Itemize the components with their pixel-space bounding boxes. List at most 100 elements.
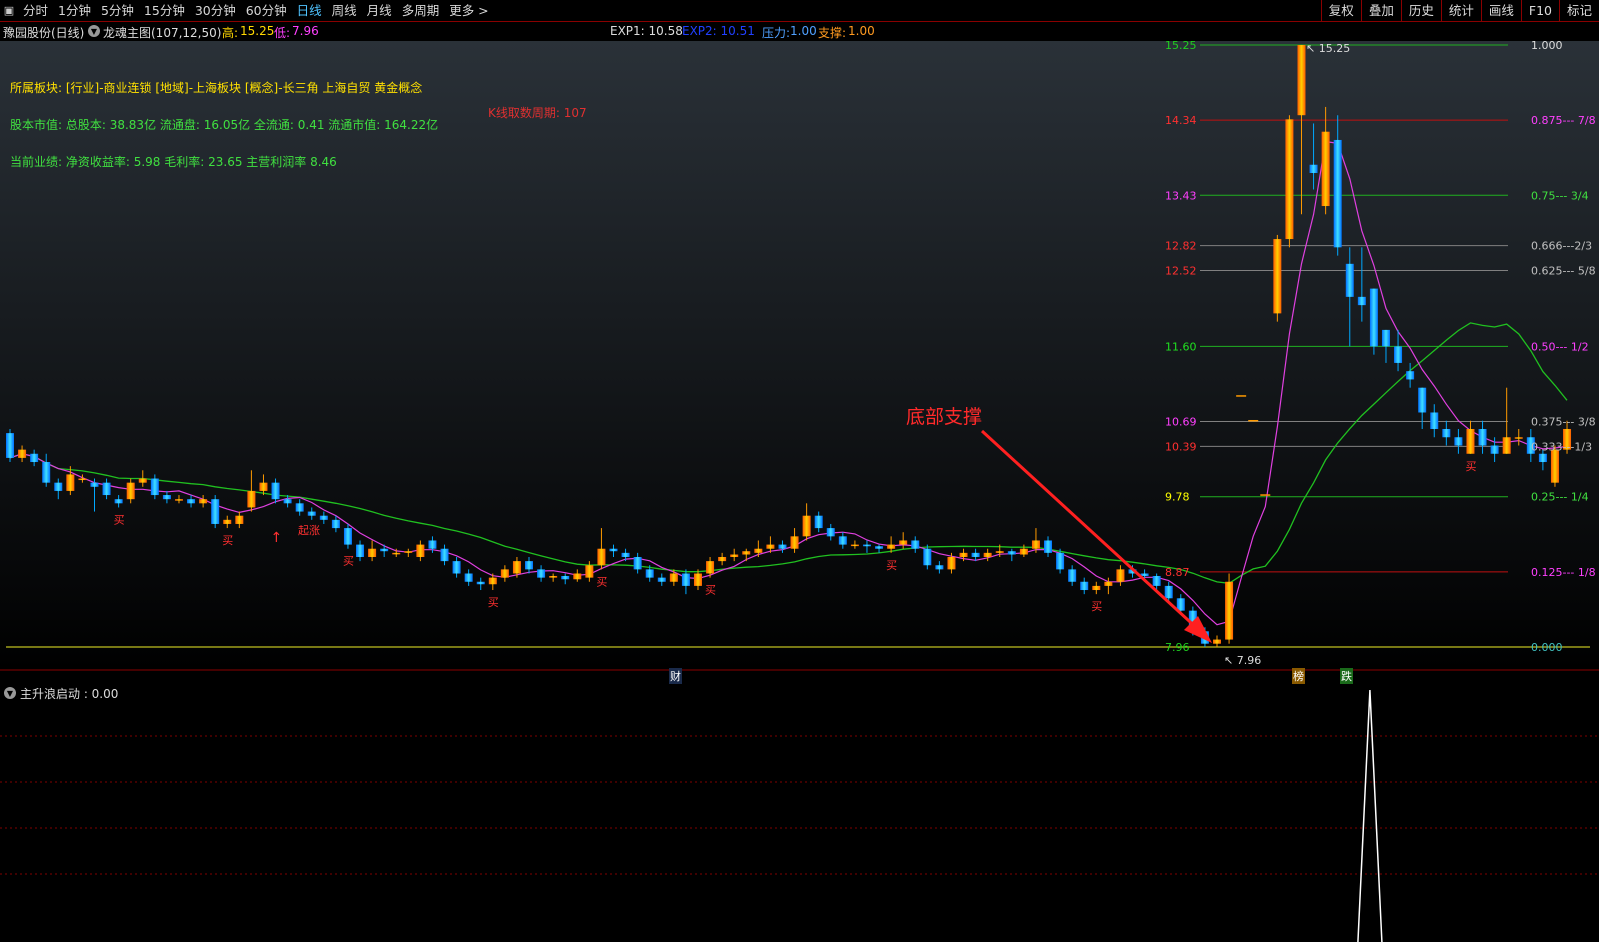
candle-down bbox=[343, 528, 352, 545]
candle-down bbox=[271, 482, 280, 500]
candle-down bbox=[1454, 437, 1463, 446]
price-level-label: 9.78 bbox=[1165, 491, 1190, 504]
candle-down bbox=[102, 482, 111, 496]
price-level-label: 14.34 bbox=[1165, 114, 1197, 127]
low-marker: ↖ 7.96 bbox=[1224, 654, 1262, 667]
candle-up bbox=[18, 449, 27, 458]
candle-down bbox=[1381, 329, 1390, 347]
candle-up bbox=[126, 482, 135, 500]
price-level-label: 13.43 bbox=[1165, 189, 1197, 202]
tab-2[interactable]: 5分钟 bbox=[96, 0, 139, 22]
die-marker[interactable]: 跌 bbox=[1340, 668, 1353, 684]
fib-level-label: 0.666---2/3 bbox=[1531, 240, 1592, 253]
pressure-label: 压力: bbox=[762, 26, 791, 40]
indicator-spike bbox=[1357, 689, 1383, 942]
candle-up bbox=[850, 544, 859, 547]
tab-7[interactable]: 周线 bbox=[327, 0, 362, 22]
right-button-6[interactable]: 标记 bbox=[1558, 0, 1599, 22]
candle-down bbox=[838, 536, 847, 545]
candle-down bbox=[30, 453, 39, 463]
candle-down bbox=[814, 515, 823, 529]
menu-icon[interactable]: ▣ bbox=[0, 0, 18, 22]
tab-6[interactable]: 日线 bbox=[292, 0, 327, 22]
cai-marker[interactable]: 财 bbox=[669, 668, 682, 684]
kline-count: K线取数周期: 107 bbox=[488, 106, 587, 120]
tab-10[interactable]: 更多 > bbox=[444, 0, 493, 22]
tab-5[interactable]: 60分钟 bbox=[241, 0, 292, 22]
candle-down bbox=[356, 544, 365, 557]
candle-up bbox=[718, 556, 727, 562]
tab-1[interactable]: 1分钟 bbox=[53, 0, 96, 22]
candle-down bbox=[1007, 551, 1016, 555]
candle-down bbox=[971, 552, 980, 557]
candle-down bbox=[1490, 445, 1499, 454]
right-button-4[interactable]: 画线 bbox=[1480, 0, 1521, 22]
candle-down bbox=[464, 573, 473, 582]
fib-level-label: 0.375--- 3/8 bbox=[1531, 416, 1596, 429]
period-toolbar: ▣ 分时 1分钟 5分钟 15分钟 30分钟 60分钟 日线 周线 月线 多周期 更多 > 复权 叠加… bbox=[0, 0, 1599, 22]
indicator-chart[interactable] bbox=[0, 684, 1599, 942]
candle-down bbox=[826, 528, 835, 537]
buy-marker: 买 bbox=[114, 513, 125, 526]
tab-3[interactable]: 15分钟 bbox=[139, 0, 190, 22]
indicator-name[interactable]: 龙魂主图(107,12,50) bbox=[103, 24, 221, 41]
performance-info: 当前业绩: 净资收益率: 5.98 毛利率: 23.65 主营利润率 8.46 bbox=[10, 155, 337, 169]
right-button-1[interactable]: 叠加 bbox=[1360, 0, 1401, 22]
right-button-5[interactable]: F10 bbox=[1520, 0, 1559, 22]
tab-4[interactable]: 30分钟 bbox=[190, 0, 241, 22]
fib-level-label: 0.25--- 1/4 bbox=[1531, 491, 1589, 504]
candle-up bbox=[392, 552, 401, 555]
collapse-icon[interactable]: ▼ bbox=[88, 25, 100, 37]
candle-down bbox=[657, 577, 666, 582]
candle-down bbox=[211, 499, 220, 524]
bang-marker[interactable]: 榜 bbox=[1292, 668, 1305, 684]
price-level-label: 7.96 bbox=[1165, 641, 1190, 654]
low-label: 低: bbox=[274, 26, 291, 40]
tab-8[interactable]: 月线 bbox=[362, 0, 397, 22]
candle-up bbox=[959, 552, 968, 557]
tab-9[interactable]: 多周期 bbox=[397, 0, 445, 22]
fib-level-label: 0.000 bbox=[1531, 641, 1563, 654]
buy-marker: 买 bbox=[886, 559, 897, 572]
low-value: 7.96 bbox=[292, 24, 319, 38]
candle-up bbox=[1321, 131, 1330, 207]
buy-marker: 买 bbox=[705, 584, 716, 597]
candle-down bbox=[621, 552, 630, 557]
candle-down bbox=[1044, 540, 1053, 553]
candle-down bbox=[440, 548, 449, 562]
candle-up bbox=[416, 544, 425, 557]
candle-down bbox=[162, 495, 171, 500]
candle-up bbox=[693, 573, 702, 586]
indicator-line bbox=[1357, 689, 1383, 942]
right-button-2[interactable]: 历史 bbox=[1400, 0, 1441, 22]
candlestick-chart[interactable]: 15.25 1.000 14.34 0.875--- 7/8 13.43 0.75--- … bbox=[0, 41, 1599, 671]
candle-up bbox=[1116, 569, 1125, 582]
candle-down bbox=[1056, 552, 1065, 570]
candle-up bbox=[1019, 548, 1028, 555]
candle-up bbox=[404, 551, 413, 553]
candle-up bbox=[78, 478, 87, 481]
price-level-label: 15.25 bbox=[1165, 41, 1197, 52]
candle-up bbox=[247, 490, 256, 508]
candle-down bbox=[525, 561, 534, 570]
high-marker: ↖ 15.25 bbox=[1306, 42, 1351, 55]
candle-down bbox=[1418, 387, 1427, 413]
candle-down bbox=[6, 433, 14, 458]
candle-up bbox=[1031, 540, 1040, 549]
price-level-label: 11.60 bbox=[1165, 340, 1197, 353]
tab-0[interactable]: 分时 bbox=[18, 0, 53, 22]
candle-down bbox=[561, 575, 570, 580]
candle-down bbox=[1394, 346, 1403, 363]
right-button-3[interactable]: 统计 bbox=[1440, 0, 1481, 22]
candle-down bbox=[1333, 139, 1342, 248]
bottom-support-label: 底部支撑 bbox=[906, 406, 983, 428]
price-level-label: 10.39 bbox=[1165, 440, 1197, 453]
candle-down bbox=[1430, 412, 1439, 429]
right-button-0[interactable]: 复权 bbox=[1320, 0, 1361, 22]
candle-up bbox=[597, 548, 606, 566]
candle-up bbox=[235, 515, 244, 524]
candle-down bbox=[307, 511, 316, 516]
exp1-value: EXP1: 10.58 bbox=[610, 24, 683, 38]
price-level-label: 12.52 bbox=[1165, 264, 1197, 277]
candle-down bbox=[150, 478, 159, 496]
